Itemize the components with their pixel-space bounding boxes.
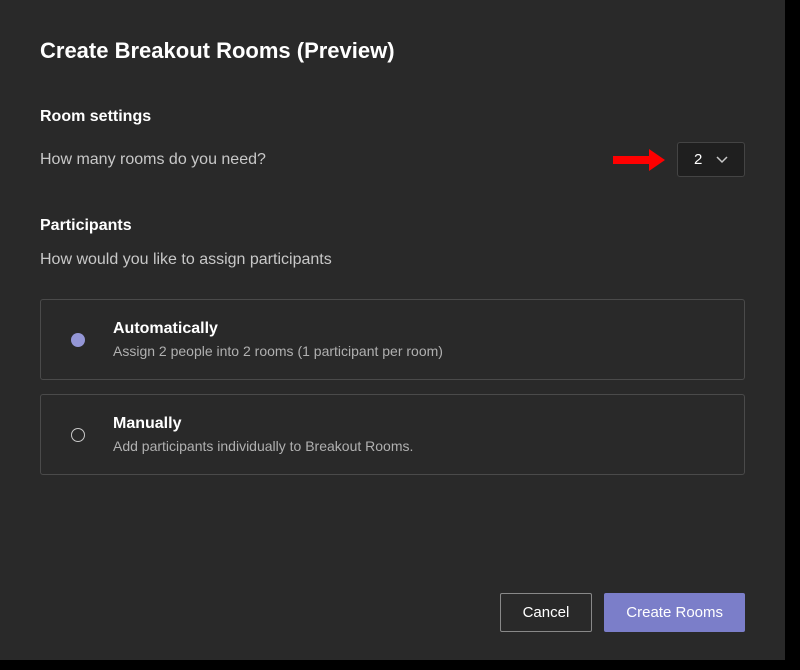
room-count-row: How many rooms do you need? 2 bbox=[40, 142, 745, 177]
participants-section: Participants How would you like to assig… bbox=[40, 217, 745, 475]
chevron-down-icon bbox=[716, 154, 728, 166]
create-breakout-rooms-dialog: Create Breakout Rooms (Preview) Room set… bbox=[0, 0, 785, 660]
room-count-dropdown[interactable]: 2 bbox=[677, 142, 745, 177]
option-manually[interactable]: Manually Add participants individually t… bbox=[40, 394, 745, 475]
arrow-annotation-icon bbox=[611, 146, 667, 174]
option-automatically[interactable]: Automatically Assign 2 people into 2 roo… bbox=[40, 299, 745, 380]
option-content: Automatically Assign 2 people into 2 roo… bbox=[113, 320, 443, 359]
room-count-value: 2 bbox=[694, 151, 702, 168]
option-description: Assign 2 people into 2 rooms (1 particip… bbox=[113, 343, 443, 359]
room-count-question: How many rooms do you need? bbox=[40, 151, 266, 169]
room-settings-section: Room settings How many rooms do you need… bbox=[40, 108, 745, 177]
cancel-button[interactable]: Cancel bbox=[500, 593, 593, 632]
radio-selected-icon bbox=[71, 333, 85, 347]
dialog-title: Create Breakout Rooms (Preview) bbox=[40, 38, 745, 64]
dropdown-container: 2 bbox=[611, 142, 745, 177]
participants-heading: Participants bbox=[40, 217, 745, 235]
radio-unselected-icon bbox=[71, 428, 85, 442]
option-description: Add participants individually to Breakou… bbox=[113, 438, 413, 454]
create-rooms-button[interactable]: Create Rooms bbox=[604, 593, 745, 632]
option-content: Manually Add participants individually t… bbox=[113, 415, 413, 454]
dialog-button-row: Cancel Create Rooms bbox=[500, 593, 745, 632]
option-title: Manually bbox=[113, 415, 413, 433]
room-settings-heading: Room settings bbox=[40, 108, 745, 126]
participants-question: How would you like to assign participant… bbox=[40, 251, 745, 269]
option-title: Automatically bbox=[113, 320, 443, 338]
